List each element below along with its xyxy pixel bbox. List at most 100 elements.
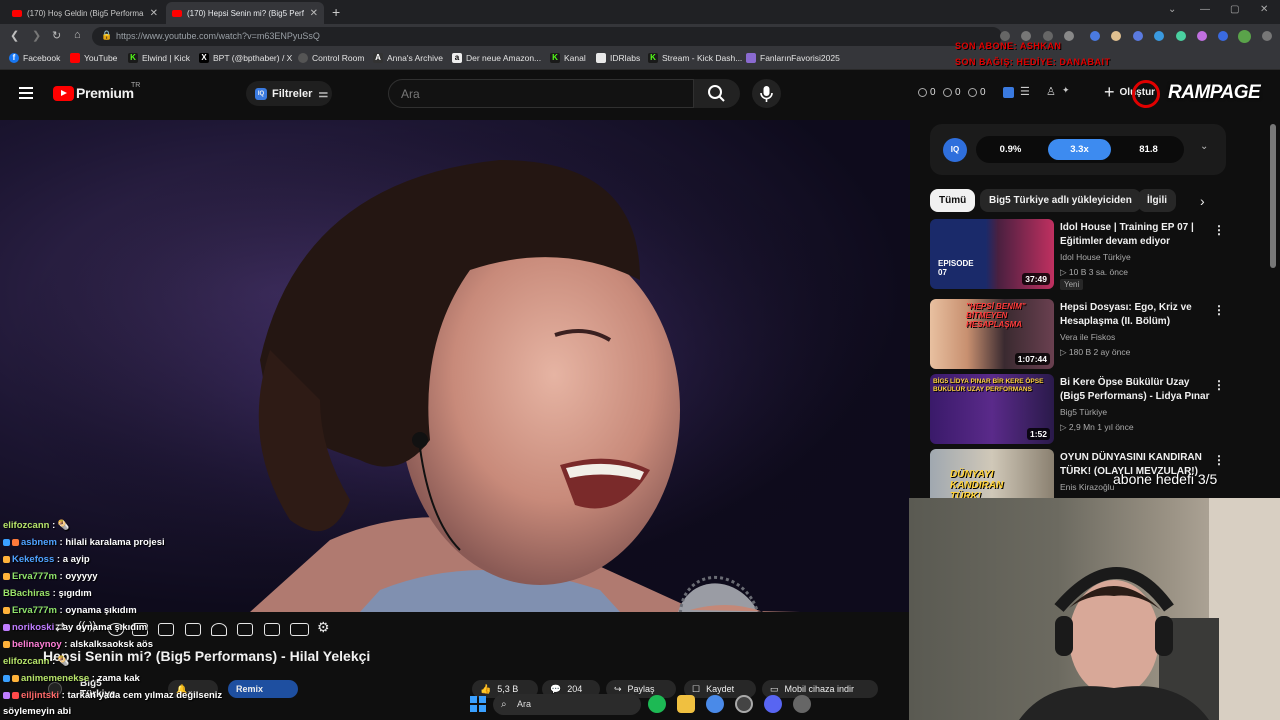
search-button[interactable] <box>694 79 740 108</box>
chevron-right-icon[interactable]: › <box>1200 193 1205 209</box>
mini-player-icon[interactable] <box>185 623 201 636</box>
remix-button[interactable]: Remix <box>228 680 298 698</box>
chip-related[interactable]: İlgili <box>1138 189 1176 212</box>
chat-username: eiljintski <box>21 690 60 701</box>
chat-badge-icon <box>3 606 10 614</box>
settings-icon[interactable] <box>793 695 811 713</box>
more-options-icon[interactable]: ⋮ <box>1213 223 1225 237</box>
settings-gear-icon[interactable]: ⚙ <box>317 619 333 635</box>
iq-option[interactable]: 0.9% <box>979 139 1042 160</box>
extension-icon[interactable] <box>1154 31 1164 41</box>
camera-icon[interactable] <box>264 623 280 636</box>
more-options-icon[interactable]: ⋮ <box>1213 303 1225 317</box>
filters-button[interactable]: IQ Filtreler ⚌ <box>246 81 332 106</box>
chevron-down-icon[interactable]: ⌄ <box>1200 141 1208 152</box>
youtube-logo-icon[interactable] <box>53 86 74 101</box>
bookmark-kick[interactable]: K Elwind | Kick <box>128 53 190 63</box>
recommendation-item[interactable]: "HEPSİ BENİM" BİTMEYEN HESAPLAŞMA 1:07:4… <box>930 299 1230 371</box>
award-icon[interactable]: ♙ <box>1046 85 1056 98</box>
lock-icon: 🔒 <box>101 30 113 40</box>
discord-icon[interactable] <box>764 695 782 713</box>
side-panel-icon[interactable] <box>1218 31 1228 41</box>
video-thumbnail[interactable]: DÜNYAYI KANDIRAN TÜRK! <box>930 449 1054 498</box>
address-bar[interactable]: 🔒 https://www.youtube.com/watch?v=m63ENP… <box>92 27 1002 46</box>
more-options-icon[interactable]: ⋮ <box>1213 453 1225 467</box>
bookmark-star-icon[interactable] <box>1064 31 1074 41</box>
iq-option[interactable]: 81.8 <box>1117 139 1180 160</box>
youtube-premium-logo-text[interactable]: Premium <box>76 85 134 101</box>
minimize-icon[interactable]: — <box>1200 4 1210 15</box>
iq-option-selected[interactable]: 3.3x <box>1048 139 1111 160</box>
spotify-icon[interactable] <box>648 695 666 713</box>
back-icon[interactable]: ❮ <box>10 29 19 42</box>
video-thumbnail[interactable]: BİG5 LİDYA PINAR BİR KERE ÖPSE BÜKÜLÜR U… <box>930 374 1054 444</box>
taskbar-search[interactable]: ⌕ Ara <box>493 694 641 715</box>
extension-icon[interactable] <box>1090 31 1100 41</box>
keyboard-icon[interactable] <box>290 623 309 636</box>
reload-icon[interactable]: ↻ <box>52 29 61 42</box>
bookmark-fanlarin-favorisi[interactable]: FanlarınFavorisi2025 <box>746 53 840 63</box>
extension-icon[interactable] <box>1176 31 1186 41</box>
tab-close-icon[interactable]: ✕ <box>310 8 318 19</box>
recommendation-title[interactable]: Hepsi Dosyası: Ego, Kriz ve Hesaplaşma (… <box>1060 301 1210 329</box>
thumbnail-text: EPISODE 07 <box>938 259 974 277</box>
sparkle-icon[interactable]: ✦ <box>1062 85 1070 96</box>
scrollbar[interactable] <box>1270 124 1276 268</box>
file-explorer-icon[interactable] <box>677 695 695 713</box>
windows-start-icon[interactable] <box>469 695 487 713</box>
menu-icon[interactable] <box>1262 31 1272 41</box>
browser-tab-active[interactable]: (170) Hepsi Senin mi? (Big5 Perfo... ✕ <box>166 2 324 24</box>
speed-icon[interactable] <box>211 623 227 636</box>
maximize-icon[interactable]: ▢ <box>1230 4 1239 15</box>
bookmark-idrlabs[interactable]: IDRlabs <box>596 53 640 63</box>
video-thumbnail[interactable]: "HEPSİ BENİM" BİTMEYEN HESAPLAŞMA 1:07:4… <box>930 299 1054 369</box>
tab-search-icon[interactable]: ⌄ <box>1168 4 1176 15</box>
plus-box-icon[interactable] <box>237 623 253 636</box>
video-thumbnail[interactable]: EPISODE 07 37:49 <box>930 219 1054 289</box>
profile-avatar[interactable] <box>1238 30 1251 43</box>
zoom-icon[interactable] <box>1021 31 1031 41</box>
chat-text: tarkan yada cem yılmaz değilseniz <box>67 690 223 701</box>
recommendation-channel[interactable]: Big5 Türkiye <box>1060 407 1107 417</box>
extension-icon[interactable] <box>1133 31 1143 41</box>
search-box[interactable] <box>388 79 694 108</box>
search-input[interactable] <box>389 80 693 108</box>
list-icon[interactable]: ☰ <box>1020 85 1030 98</box>
bookmark-control-room[interactable]: Control Room <box>298 53 364 63</box>
tab-close-icon[interactable]: ✕ <box>150 8 158 19</box>
bookmark-facebook[interactable]: f Facebook <box>9 53 60 63</box>
recommendation-item[interactable]: EPISODE 07 37:49 Idol House | Training E… <box>930 219 1230 291</box>
bookmark-annas-archive[interactable]: A Anna's Archive <box>373 53 443 63</box>
obs-icon[interactable] <box>735 695 753 713</box>
chip-all[interactable]: Tümü <box>930 189 976 212</box>
more-options-icon[interactable]: ⋮ <box>1213 378 1225 392</box>
close-window-icon[interactable]: ✕ <box>1260 4 1268 15</box>
bookmark-x[interactable]: X BPT (@bpthaber) / X <box>199 53 292 63</box>
recommendation-channel[interactable]: Vera ile Fiskos <box>1060 332 1115 342</box>
recommendation-channel[interactable]: Idol House Türkiye <box>1060 252 1131 262</box>
bookmark-stream-kick[interactable]: K Stream - Kick Dash... <box>648 53 742 63</box>
chrome-icon[interactable] <box>706 695 724 713</box>
bookmark-kanal[interactable]: K Kanal <box>550 53 586 63</box>
browser-tab[interactable]: (170) Hoş Geldin (Big5 Performans) - ...… <box>6 2 164 24</box>
voice-search-button[interactable] <box>752 79 781 108</box>
forward-icon[interactable]: ❯ <box>32 29 41 42</box>
youtube-icon <box>70 53 80 63</box>
install-app-icon[interactable] <box>1000 31 1010 41</box>
extension-icon[interactable] <box>1197 31 1207 41</box>
tab-title: (170) Hoş Geldin (Big5 Performans) - ... <box>27 8 144 18</box>
bookmark-amazon[interactable]: a Der neue Amazon... <box>452 53 541 63</box>
new-tab-icon[interactable]: + <box>332 4 340 20</box>
share-icon[interactable] <box>1043 31 1053 41</box>
recommendation-item[interactable]: BİG5 LİDYA PINAR BİR KERE ÖPSE BÜKÜLÜR U… <box>930 374 1230 446</box>
recommendation-title[interactable]: Idol House | Training EP 07 | Eğitimler … <box>1060 221 1210 249</box>
extension-icon[interactable] <box>1111 31 1121 41</box>
iq-toggle-icon[interactable] <box>1003 87 1014 98</box>
recommendation-channel[interactable]: Enis Kirazoğlu <box>1060 482 1114 492</box>
home-icon[interactable]: ⌂ <box>74 29 81 41</box>
hamburger-menu-icon[interactable] <box>19 87 33 99</box>
bookmark-youtube[interactable]: YouTube <box>70 53 117 63</box>
recommendation-title[interactable]: Bi Kere Öpse Bükülür Uzay (Big5 Performa… <box>1060 376 1210 404</box>
chip-uploader[interactable]: Big5 Türkiye adlı yükleyiciden <box>980 189 1141 212</box>
picture-in-picture-icon[interactable] <box>158 623 174 636</box>
